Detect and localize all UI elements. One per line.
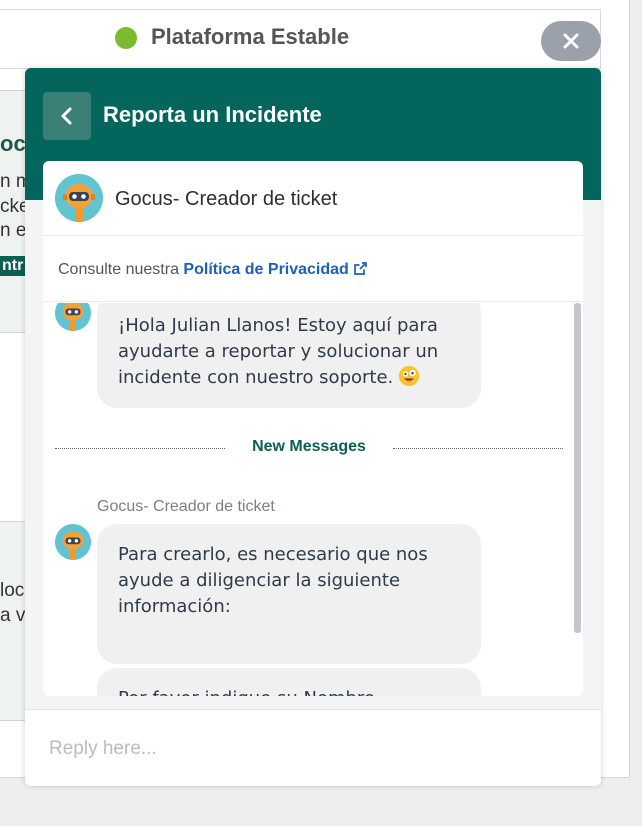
robot-icon — [55, 303, 91, 331]
agent-avatar — [55, 174, 103, 222]
sender-label: Gocus- Creador de ticket — [97, 498, 275, 515]
message-text: ¡Hola Julian Llanos! Estoy aquí para ayu… — [118, 315, 439, 388]
privacy-text: Consulte nuestra Política de Privacidad — [58, 261, 368, 279]
message-text: Para crearlo, es necesario que nos ayude… — [118, 544, 428, 617]
back-button[interactable] — [43, 92, 91, 140]
chat-title: Reporta un Incidente — [103, 102, 322, 127]
robot-icon — [55, 174, 103, 222]
emoji-icon — [399, 366, 419, 386]
message-text: Por favor indique su Nombre — [118, 688, 375, 696]
privacy-policy-link[interactable]: Política de Privacidad — [183, 261, 367, 278]
background-card-text: oc — [0, 131, 26, 156]
platform-status-bar: Plataforma Estable — [0, 9, 601, 69]
chevron-left-icon — [61, 107, 72, 125]
status-indicator-dot — [115, 27, 137, 49]
message-avatar — [55, 524, 91, 560]
close-icon — [563, 33, 579, 49]
message-list[interactable]: ¡Hola Julian Llanos! Estoy aquí para ayu… — [43, 303, 583, 696]
chat-widget: Reporta un Incidente Gocus- Creador de t… — [25, 68, 601, 786]
external-link-icon — [353, 262, 367, 275]
message-avatar — [55, 303, 91, 331]
message-bubble: ¡Hola Julian Llanos! Estoy aquí para ayu… — [97, 303, 481, 408]
background-card-text: loc — [0, 580, 25, 601]
chat-card: Gocus- Creador de ticket Consulte nuestr… — [43, 161, 583, 696]
message-scrollbar[interactable] — [574, 303, 581, 633]
crazy-face-emoji — [399, 366, 419, 386]
divider-line — [393, 448, 563, 468]
robot-icon — [55, 524, 91, 560]
privacy-link-label: Política de Privacidad — [183, 261, 349, 278]
platform-status-text: Plataforma Estable — [151, 24, 350, 49]
background-card-button: ntr — [0, 256, 26, 276]
message-bubble: Por favor indique su Nombre — [97, 668, 481, 696]
message-bubble: Para crearlo, es necesario que nos ayude… — [97, 524, 481, 664]
agent-name: Gocus- Creador de ticket — [115, 188, 338, 210]
reply-input[interactable] — [25, 710, 601, 786]
privacy-notice: Consulte nuestra Política de Privacidad — [43, 236, 583, 302]
privacy-prefix: Consulte nuestra — [58, 261, 179, 278]
reply-area — [25, 709, 601, 786]
agent-info: Gocus- Creador de ticket — [43, 161, 583, 236]
close-chat-button[interactable] — [541, 21, 601, 61]
